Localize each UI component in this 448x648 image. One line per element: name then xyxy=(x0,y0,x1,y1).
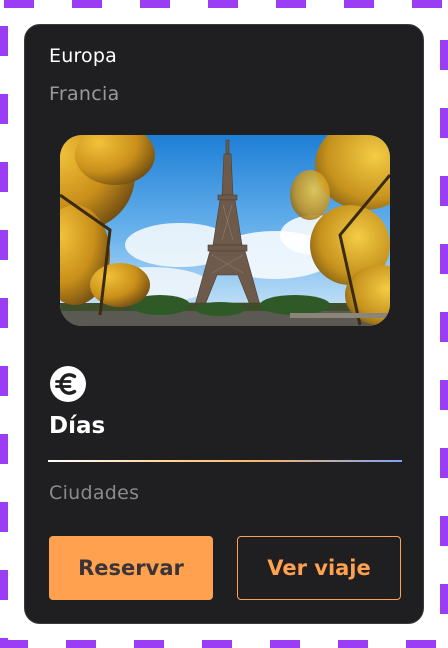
destination-card: Europa Francia Días Ciudades Reservar Ve… xyxy=(24,24,424,624)
view-trip-button[interactable]: Ver viaje xyxy=(237,536,401,600)
destination-photo xyxy=(60,135,390,326)
days-label: Días xyxy=(49,413,106,439)
country-label: Francia xyxy=(49,83,120,105)
euro-icon xyxy=(50,366,86,402)
reserve-button[interactable]: Reservar xyxy=(49,536,213,600)
region-label: Europa xyxy=(49,45,117,67)
cities-label: Ciudades xyxy=(49,482,140,504)
gradient-divider xyxy=(48,460,402,462)
eiffel-tower-image xyxy=(60,135,390,326)
